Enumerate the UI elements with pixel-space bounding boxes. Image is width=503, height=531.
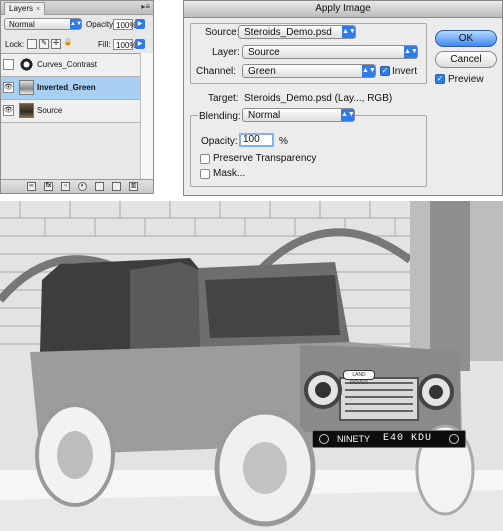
blend-mode-select[interactable]: Normal ▲▼: [4, 18, 82, 30]
land-rover-inverted-photo: [0, 201, 503, 531]
channel-label: Channel:: [196, 66, 237, 77]
channel-select[interactable]: Green ▲▼: [242, 64, 376, 78]
lock-transparency-icon[interactable]: [27, 39, 37, 49]
layer-thumbnail: [19, 80, 34, 95]
chevron-down-icon: ▲▼: [404, 46, 418, 58]
link-icon[interactable]: ∞: [27, 182, 36, 191]
dialog-title: Apply Image: [184, 1, 502, 18]
trash-icon[interactable]: ▥: [129, 182, 138, 191]
layer-name: Curves_Contrast: [37, 60, 98, 69]
chevron-down-icon: ▲▼: [362, 65, 376, 77]
visibility-toggle[interactable]: [3, 59, 14, 70]
mask-icon[interactable]: ○: [61, 182, 70, 191]
blending-value: Normal: [248, 110, 281, 121]
layer-thumbnail: [19, 103, 34, 118]
opacity-input[interactable]: 100: [239, 133, 274, 147]
invert-checkbox[interactable]: ✓: [380, 66, 390, 76]
tab-layers-label: Layers: [9, 4, 34, 13]
ok-button[interactable]: OK: [435, 30, 497, 47]
opacity-slider-arrow-icon[interactable]: ▶: [135, 19, 145, 29]
layers-bottom-toolbar: ∞ fx ○ ◐ ▥: [1, 179, 153, 193]
blending-select[interactable]: Normal ▲▼: [242, 108, 355, 122]
fill-slider-arrow-icon[interactable]: ▶: [135, 39, 145, 49]
plate-registration: E40 KDU: [383, 433, 433, 444]
chevron-down-icon: ▲▼: [341, 109, 355, 121]
lock-label: Lock:: [5, 40, 25, 49]
layer-row-curves-contrast[interactable]: Curves_Contrast: [1, 54, 153, 77]
target-value: Steroids_Demo.psd (Lay..., RGB): [244, 93, 393, 104]
target-label: Target:: [208, 93, 239, 104]
layers-tab-bar: Layers × ▸≡: [1, 1, 153, 15]
mask-checkbox[interactable]: [200, 169, 210, 179]
eye-icon[interactable]: 👁: [3, 82, 14, 93]
opacity-label: Opacity:: [201, 136, 238, 147]
chevron-down-icon: ▲▼: [342, 26, 356, 38]
cancel-button[interactable]: Cancel: [435, 51, 497, 68]
tab-layers[interactable]: Layers ×: [4, 2, 46, 15]
number-plate: NINETY E40 KDU: [312, 430, 466, 448]
blend-mode-value: Normal: [9, 20, 35, 29]
adjustment-icon[interactable]: ◐: [78, 182, 87, 191]
lock-brush-icon[interactable]: ✎: [39, 39, 49, 49]
preview-checkbox[interactable]: ✓: [435, 74, 445, 84]
layer-list: Curves_Contrast 👁 Inverted_Green 👁 Sourc…: [1, 53, 153, 140]
layer-label: Layer:: [212, 47, 240, 58]
source-label: Source:: [205, 27, 240, 38]
fill-input[interactable]: 100%: [113, 39, 136, 50]
layer-row-inverted-green[interactable]: 👁 Inverted_Green: [1, 77, 153, 100]
panel-menu-icon[interactable]: ▸≡: [141, 2, 150, 11]
layers-scrollbar[interactable]: [140, 53, 153, 179]
channel-value: Green: [248, 66, 276, 77]
source-select[interactable]: Steroids_Demo.psd ▲▼: [238, 25, 356, 39]
apply-image-dialog: Apply Image Source: Steroids_Demo.psd ▲▼…: [183, 0, 503, 196]
layer-name: Inverted_Green: [37, 83, 96, 92]
layer-name: Source: [37, 106, 63, 115]
fx-icon[interactable]: fx: [44, 182, 53, 191]
chevron-down-icon: ▲▼: [70, 19, 82, 29]
plate-left-text: NINETY: [337, 434, 371, 444]
folder-icon[interactable]: [95, 182, 104, 191]
plate-emblem-icon: [449, 434, 459, 444]
invert-label: Invert: [392, 66, 418, 77]
opacity-label: Opacity:: [86, 20, 116, 29]
close-icon[interactable]: ×: [36, 6, 40, 13]
source-value: Steroids_Demo.psd: [244, 27, 332, 38]
layer-row-source[interactable]: 👁 Source: [1, 100, 153, 123]
layer-select[interactable]: Source ▲▼: [242, 45, 418, 59]
preserve-transparency-checkbox[interactable]: [200, 154, 210, 164]
layers-panel: Layers × ▸≡ Normal ▲▼ Opacity: 100% ▶ Loc…: [0, 0, 154, 194]
opacity-input[interactable]: 100%: [113, 19, 136, 30]
new-layer-icon[interactable]: [112, 182, 121, 191]
eye-icon[interactable]: 👁: [3, 105, 14, 116]
adjustment-layer-icon: [19, 57, 34, 72]
mask-label: Mask...: [213, 168, 246, 179]
lock-move-icon[interactable]: ✛: [51, 39, 61, 49]
preserve-transparency-label: Preserve Transparency: [213, 153, 317, 164]
opacity-unit: %: [279, 136, 288, 147]
preview-image: LAND ROVER NINETY E40 KDU: [0, 201, 503, 531]
plate-emblem-icon: [319, 434, 329, 444]
lock-all-icon[interactable]: 🔒: [63, 39, 73, 49]
blending-label: Blending:: [198, 111, 242, 122]
grille-badge: LAND ROVER: [343, 370, 375, 386]
layer-value: Source: [248, 47, 280, 58]
preview-label: Preview: [448, 74, 484, 85]
fill-label: Fill:: [98, 40, 111, 49]
